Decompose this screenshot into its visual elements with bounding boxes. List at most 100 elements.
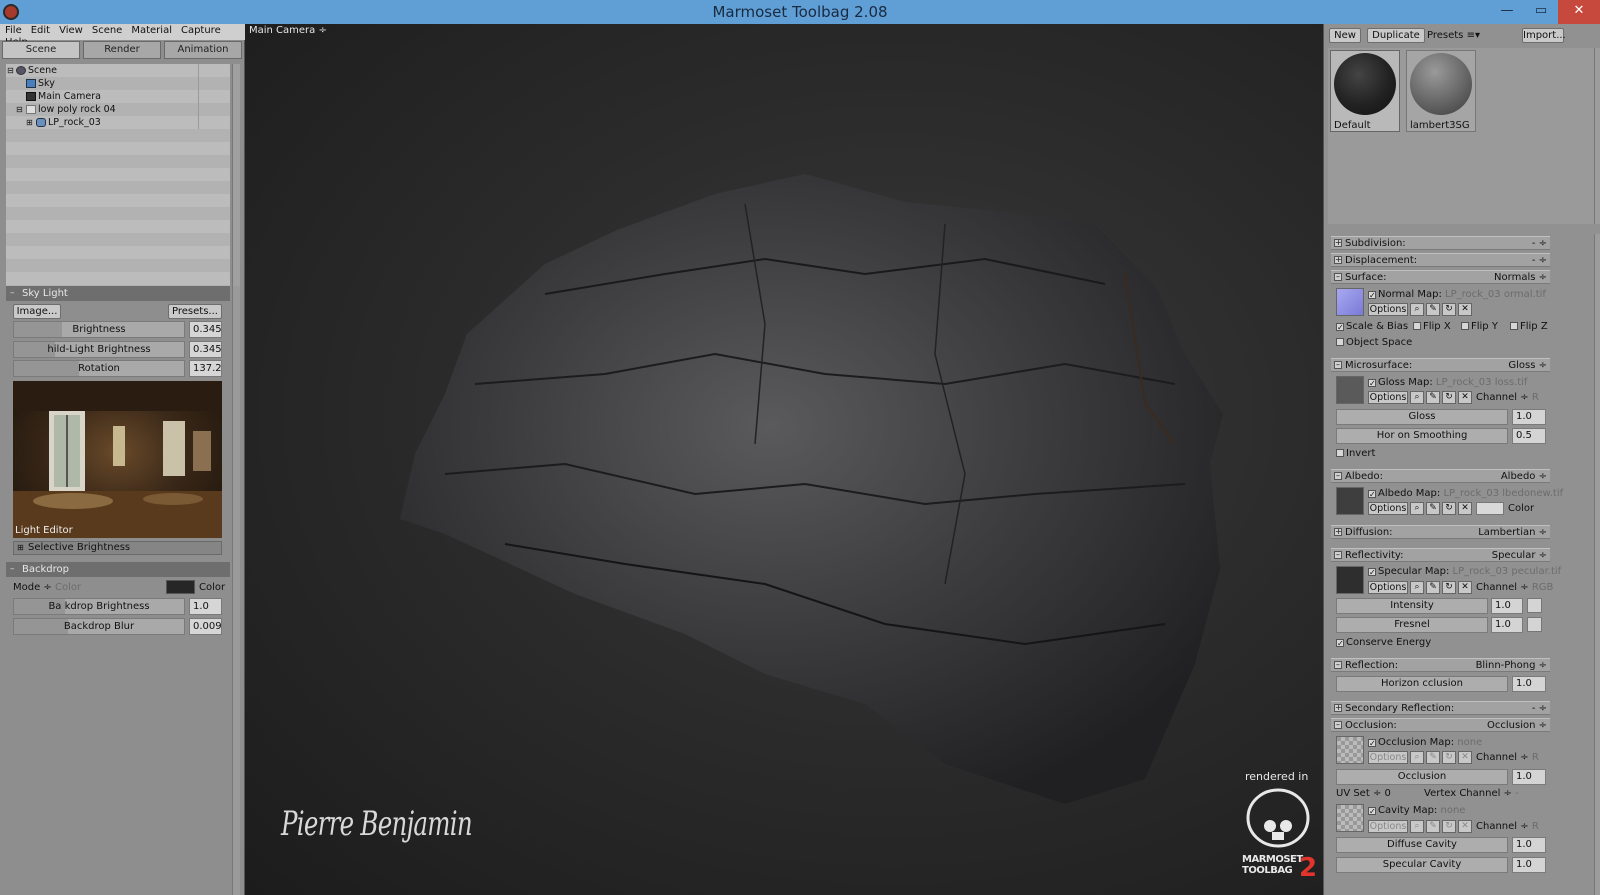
tree-visibility-column[interactable] bbox=[198, 103, 230, 116]
section-microsurface[interactable]: – Microsurface: Gloss ÷ bbox=[1331, 358, 1550, 372]
specular-channel-select[interactable]: Channel ÷ RGB bbox=[1476, 582, 1553, 593]
tab-scene[interactable]: Scene bbox=[2, 41, 80, 59]
cavity-options-button[interactable]: Options bbox=[1368, 820, 1408, 833]
section-albedo[interactable]: – Albedo: Albedo ÷ bbox=[1331, 469, 1550, 483]
scale-bias-checkbox[interactable]: ✓ Scale & Bias bbox=[1336, 321, 1408, 332]
backdrop-blur-value[interactable]: 0.009 bbox=[189, 618, 222, 635]
flip-z-checkbox[interactable]: Flip Z bbox=[1510, 321, 1548, 332]
occlusion-value[interactable]: 1.0 bbox=[1512, 769, 1546, 785]
reload-icon[interactable]: ↻ bbox=[1442, 391, 1456, 404]
maximize-button[interactable]: ▭ bbox=[1524, 0, 1558, 24]
section-secondary-reflection[interactable]: + Secondary Reflection: - ÷ bbox=[1331, 701, 1550, 715]
mode-select[interactable]: Mode ÷ Color bbox=[13, 582, 81, 593]
selective-brightness-row[interactable]: ⊞ Selective Brightness bbox=[13, 541, 222, 555]
material-lambert3sg[interactable]: lambert3SG bbox=[1406, 50, 1476, 132]
material-default[interactable]: Default bbox=[1330, 50, 1400, 132]
gloss-map-row[interactable]: ✓ Gloss Map: LP_rock_03 loss.tif bbox=[1368, 377, 1527, 388]
specular-map-row[interactable]: ✓ Specular Map: LP_rock_03 pecular.tif bbox=[1368, 566, 1561, 577]
flip-y-checkbox[interactable]: Flip Y bbox=[1461, 321, 1498, 332]
reload-icon[interactable]: ↻ bbox=[1442, 581, 1456, 594]
sky-light-header[interactable]: Sky Light bbox=[6, 286, 230, 301]
clear-icon[interactable]: ✕ bbox=[1458, 581, 1472, 594]
expand-icon[interactable]: ⊞ bbox=[26, 116, 33, 129]
backdrop-brightness-slider[interactable]: Ba kdrop Brightness bbox=[13, 598, 185, 615]
normal-map-row[interactable]: ✓ Normal Map: LP_rock_03 ormal.tif bbox=[1368, 289, 1546, 300]
intensity-slider[interactable]: Intensity bbox=[1336, 598, 1488, 614]
uv-set-select[interactable]: UV Set ÷ 0 bbox=[1336, 788, 1391, 799]
section-subdivision[interactable]: + Subdivision: - ÷ bbox=[1331, 236, 1550, 250]
intensity-color-swatch[interactable] bbox=[1527, 598, 1542, 613]
albedo-color-swatch[interactable] bbox=[1476, 502, 1504, 515]
section-reflection[interactable]: – Reflection: Blinn-Phong ÷ bbox=[1331, 658, 1550, 672]
normal-options-button[interactable]: Options bbox=[1368, 303, 1408, 316]
menu-file[interactable]: File bbox=[0, 24, 26, 36]
clear-icon[interactable]: ✕ bbox=[1458, 303, 1472, 316]
cavity-map-thumbnail[interactable] bbox=[1336, 804, 1364, 832]
horizon-smoothing-slider[interactable]: Hor on Smoothing bbox=[1336, 428, 1508, 444]
tree-row-sky[interactable]: Sky bbox=[6, 77, 230, 90]
search-icon[interactable]: ⌕ bbox=[1410, 502, 1424, 515]
object-space-checkbox[interactable]: Object Space bbox=[1336, 337, 1412, 348]
cavity-map-row[interactable]: ✓ Cavity Map: none bbox=[1368, 805, 1465, 816]
search-icon[interactable]: ⌕ bbox=[1410, 391, 1424, 404]
tree-scrollbar[interactable] bbox=[232, 64, 240, 296]
tree-visibility-column[interactable] bbox=[198, 77, 230, 90]
library-scrollbar[interactable] bbox=[1594, 48, 1600, 224]
backdrop-brightness-value[interactable]: 1.0 bbox=[189, 598, 222, 615]
menu-edit[interactable]: Edit bbox=[26, 24, 54, 36]
backdrop-header[interactable]: Backdrop bbox=[6, 562, 230, 577]
clear-icon[interactable]: ✕ bbox=[1458, 391, 1472, 404]
section-occlusion[interactable]: – Occlusion: Occlusion ÷ bbox=[1331, 718, 1550, 732]
flip-x-checkbox[interactable]: Flip X bbox=[1413, 321, 1451, 332]
occlusion-options-button[interactable]: Options bbox=[1368, 751, 1408, 764]
backdrop-color-swatch[interactable] bbox=[166, 580, 195, 594]
pencil-icon[interactable]: ✎ bbox=[1426, 751, 1440, 764]
search-icon[interactable]: ⌕ bbox=[1410, 820, 1424, 833]
reload-icon[interactable]: ↻ bbox=[1442, 303, 1456, 316]
tree-visibility-column[interactable] bbox=[198, 116, 230, 129]
close-button[interactable]: ✕ bbox=[1558, 0, 1600, 24]
specular-options-button[interactable]: Options bbox=[1368, 581, 1408, 594]
reload-icon[interactable]: ↻ bbox=[1442, 502, 1456, 515]
minimize-button[interactable]: — bbox=[1490, 0, 1524, 24]
fresnel-value[interactable]: 1.0 bbox=[1491, 617, 1523, 633]
viewport[interactable]: Main Camera ÷ Pierre Benjamin rendered i… bbox=[245, 24, 1323, 895]
occlusion-slider[interactable]: Occlusion bbox=[1336, 769, 1508, 785]
rotation-value[interactable]: 137.2 bbox=[189, 360, 222, 377]
albedo-map-row[interactable]: ✓ Albedo Map: LP_rock_03 lbedonew.tif bbox=[1368, 488, 1563, 499]
child-light-brightness-slider[interactable]: hild-Light Brightness bbox=[13, 341, 185, 358]
image-button[interactable]: Image... bbox=[13, 304, 61, 319]
normal-map-thumbnail[interactable] bbox=[1336, 288, 1364, 316]
tree-row-scene[interactable]: ⊟ Scene bbox=[6, 64, 230, 77]
albedo-options-button[interactable]: Options bbox=[1368, 502, 1408, 515]
tree-visibility-column[interactable] bbox=[198, 64, 230, 77]
sky-hdri-preview[interactable]: Light Editor bbox=[13, 381, 222, 538]
presets-button[interactable]: Presets... bbox=[168, 304, 222, 319]
gloss-slider[interactable]: Gloss bbox=[1336, 409, 1508, 425]
specular-map-thumbnail[interactable] bbox=[1336, 566, 1364, 594]
clear-icon[interactable]: ✕ bbox=[1458, 820, 1472, 833]
collapse-icon[interactable]: ⊟ bbox=[7, 64, 14, 77]
tree-visibility-column[interactable] bbox=[198, 90, 230, 103]
menu-capture[interactable]: Capture bbox=[176, 24, 225, 36]
duplicate-material-button[interactable]: Duplicate bbox=[1367, 28, 1425, 43]
menu-scene[interactable]: Scene bbox=[87, 24, 127, 36]
light-editor-label[interactable]: Light Editor bbox=[15, 525, 73, 536]
section-reflectivity[interactable]: – Reflectivity: Specular ÷ bbox=[1331, 548, 1550, 562]
section-diffusion[interactable]: + Diffusion: Lambertian ÷ bbox=[1331, 525, 1550, 539]
new-material-button[interactable]: New bbox=[1329, 28, 1361, 43]
clear-icon[interactable]: ✕ bbox=[1458, 502, 1472, 515]
pencil-icon[interactable]: ✎ bbox=[1426, 502, 1440, 515]
occlusion-map-row[interactable]: ✓ Occlusion Map: none bbox=[1368, 737, 1482, 748]
tab-render[interactable]: Render bbox=[83, 41, 161, 59]
clear-icon[interactable]: ✕ bbox=[1458, 751, 1472, 764]
occlusion-map-thumbnail[interactable] bbox=[1336, 736, 1364, 764]
tree-row-main-camera[interactable]: Main Camera bbox=[6, 90, 230, 103]
specular-cavity-value[interactable]: 1.0 bbox=[1512, 857, 1546, 873]
menu-material[interactable]: Material bbox=[126, 24, 176, 36]
horizon-occlusion-value[interactable]: 1.0 bbox=[1512, 676, 1546, 692]
backdrop-blur-slider[interactable]: Backdrop Blur bbox=[13, 618, 185, 635]
diffuse-cavity-value[interactable]: 1.0 bbox=[1512, 837, 1546, 853]
tree-row-lp-rock[interactable]: ⊞ LP_rock_03 bbox=[6, 116, 230, 129]
gloss-map-thumbnail[interactable] bbox=[1336, 376, 1364, 404]
